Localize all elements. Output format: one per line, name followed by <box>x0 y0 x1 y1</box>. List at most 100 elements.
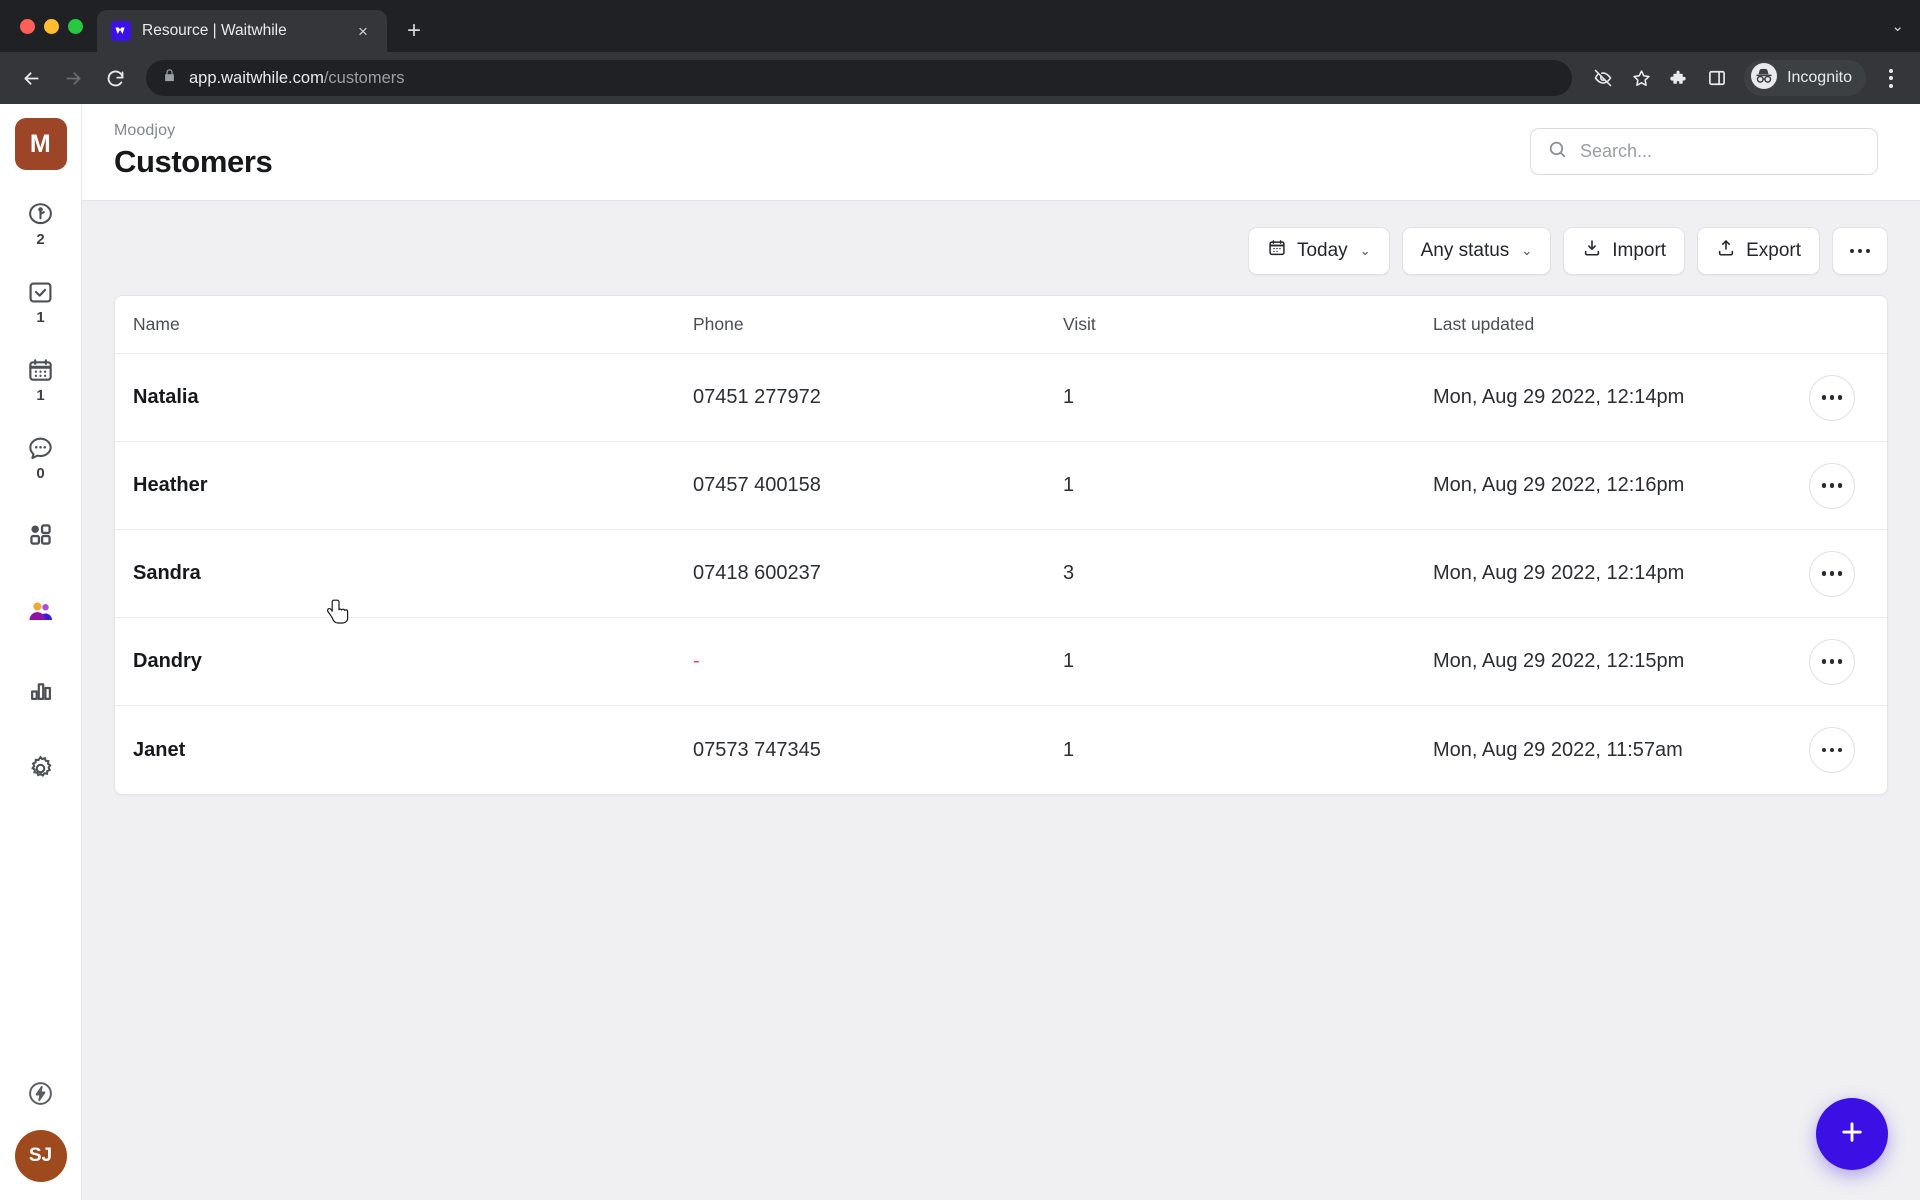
row-menu-button[interactable] <box>1809 638 1855 685</box>
sidebar-item-settings[interactable] <box>10 738 72 800</box>
cell-name: Dandry <box>133 650 202 672</box>
plus-icon <box>1837 1117 1867 1152</box>
cell-actions <box>1777 727 1887 773</box>
gear-icon <box>26 753 55 783</box>
cell-phone: - <box>693 650 700 672</box>
waitwhile-icon <box>111 21 131 41</box>
column-header-visit[interactable]: Visit <box>1045 314 1415 335</box>
cell-visit: 1 <box>1063 738 1075 761</box>
sidebar-count-checked-in: 1 <box>36 308 45 326</box>
cell-last-updated: Mon, Aug 29 2022, 12:16pm <box>1433 474 1685 496</box>
close-tab-button[interactable]: × <box>351 19 375 43</box>
close-window-button[interactable] <box>20 18 35 34</box>
address-bar[interactable]: app.waitwhile.com/customers <box>146 60 1573 96</box>
kebab-menu-icon[interactable] <box>1874 59 1908 97</box>
workspace-logo[interactable]: M <box>14 118 67 170</box>
sidebar-item-checked-in[interactable]: 1 <box>10 270 72 332</box>
table-row[interactable]: Sandra 07418 600237 3 Mon, Aug 29 2022, … <box>115 530 1887 618</box>
cell-visit: 1 <box>1063 474 1075 496</box>
sidebar-item-messages[interactable]: 0 <box>10 426 72 488</box>
star-icon[interactable] <box>1624 61 1658 95</box>
table-toolbar: Today ⌄ Any status ⌄ Import Export <box>114 227 1888 275</box>
url-path: /customers <box>323 68 405 87</box>
cell-visit: 3 <box>1063 562 1075 584</box>
export-button[interactable]: Export <box>1697 227 1820 275</box>
new-tab-button[interactable]: + <box>397 14 431 48</box>
lock-icon <box>162 68 177 88</box>
export-upload-icon <box>1716 238 1736 264</box>
check-box-icon <box>26 278 55 308</box>
search-input[interactable] <box>1580 141 1861 162</box>
status-filter-button[interactable]: Any status ⌄ <box>1401 227 1552 275</box>
bolt-circle-icon[interactable] <box>10 1068 72 1118</box>
search-icon <box>1547 139 1568 165</box>
main-area: Moodjoy Customers Search... Today ⌄ Any … <box>82 104 1920 1200</box>
maximize-window-button[interactable] <box>68 18 83 34</box>
ellipsis-icon <box>1821 395 1843 400</box>
cell-phone: 07573 747345 <box>693 738 821 761</box>
cell-last-updated: Mon, Aug 29 2022, 12:15pm <box>1433 650 1685 672</box>
sidebar-count-bookings: 1 <box>36 386 45 404</box>
date-filter-label: Today <box>1296 240 1348 261</box>
row-menu-button[interactable] <box>1809 462 1855 509</box>
more-actions-button[interactable] <box>1832 227 1888 275</box>
profile-incognito-button[interactable]: Incognito <box>1744 60 1866 96</box>
window-traffic-lights <box>12 0 97 52</box>
row-menu-button[interactable] <box>1809 727 1855 773</box>
page-content: Today ⌄ Any status ⌄ Import Export Name … <box>82 201 1920 1200</box>
profile-label: Incognito <box>1787 69 1852 86</box>
side-panel-icon[interactable] <box>1700 61 1734 95</box>
cell-name: Sandra <box>133 562 201 584</box>
add-customer-fab[interactable] <box>1816 1098 1888 1170</box>
table-row[interactable]: Heather 07457 400158 1 Mon, Aug 29 2022,… <box>115 442 1887 530</box>
chevron-down-icon: ⌄ <box>1359 243 1371 258</box>
table-header-row: Name Phone Visit Last updated <box>115 296 1887 354</box>
page-body: M 2 1 1 0 SJ Moodjoy Customers Search...… <box>0 104 1920 1200</box>
cell-actions <box>1777 462 1887 509</box>
calendar-icon <box>26 356 55 386</box>
cell-last-updated: Mon, Aug 29 2022, 11:57am <box>1433 738 1683 761</box>
import-label: Import <box>1612 240 1667 261</box>
column-header-last-updated[interactable]: Last updated <box>1415 314 1777 335</box>
cell-actions <box>1777 638 1887 685</box>
breadcrumb[interactable]: Moodjoy <box>114 122 272 140</box>
bar-chart-icon <box>27 675 55 705</box>
page-title: Customers <box>114 144 273 179</box>
row-menu-button[interactable] <box>1809 374 1855 421</box>
cell-name: Natalia <box>133 386 199 408</box>
cell-visit: 1 <box>1063 386 1075 408</box>
row-menu-button[interactable] <box>1809 550 1855 597</box>
browser-tab[interactable]: Resource | Waitwhile × <box>97 10 387 52</box>
reload-icon[interactable] <box>96 59 134 97</box>
avatar[interactable]: SJ <box>14 1130 67 1182</box>
table-row[interactable]: Natalia 07451 277972 1 Mon, Aug 29 2022,… <box>115 354 1887 442</box>
url-host: app.waitwhile.com <box>189 68 324 87</box>
cell-last-updated: Mon, Aug 29 2022, 12:14pm <box>1433 386 1685 408</box>
sidebar-item-analytics[interactable] <box>10 660 72 722</box>
import-button[interactable]: Import <box>1563 227 1686 275</box>
sidebar-count-waitlist: 2 <box>36 230 45 248</box>
table-row[interactable]: Janet 07573 747345 1 Mon, Aug 29 2022, 1… <box>115 706 1887 794</box>
people-icon <box>26 597 56 627</box>
browser-toolbar: app.waitwhile.com/customers Incognito <box>0 52 1920 104</box>
date-filter-button[interactable]: Today ⌄ <box>1247 227 1390 275</box>
puzzle-icon[interactable] <box>1662 61 1696 95</box>
column-header-name[interactable]: Name <box>115 314 675 335</box>
sidebar-count-messages: 0 <box>36 464 45 482</box>
address-bar-url: app.waitwhile.com/customers <box>189 69 405 88</box>
search-box[interactable] <box>1530 128 1878 175</box>
browser-window: Resource | Waitwhile × + ⌄ app.waitwhile… <box>0 0 1920 1200</box>
column-header-phone[interactable]: Phone <box>675 314 1045 335</box>
sidebar-item-waitlist[interactable]: 2 <box>10 192 72 254</box>
chevron-down-icon[interactable]: ⌄ <box>1891 17 1904 35</box>
page-header-titles: Moodjoy Customers <box>114 122 273 180</box>
sidebar-item-bookings[interactable]: 1 <box>10 348 72 410</box>
incognito-icon <box>1750 62 1778 95</box>
sidebar-item-customers[interactable] <box>10 582 72 644</box>
eye-off-icon[interactable] <box>1586 61 1620 95</box>
minimize-window-button[interactable] <box>44 18 59 34</box>
back-arrow-icon[interactable] <box>12 59 50 97</box>
sidebar-item-services[interactable] <box>10 504 72 566</box>
cell-last-updated: Mon, Aug 29 2022, 12:14pm <box>1433 562 1685 584</box>
table-row[interactable]: Dandry - 1 Mon, Aug 29 2022, 12:15pm <box>115 618 1887 706</box>
